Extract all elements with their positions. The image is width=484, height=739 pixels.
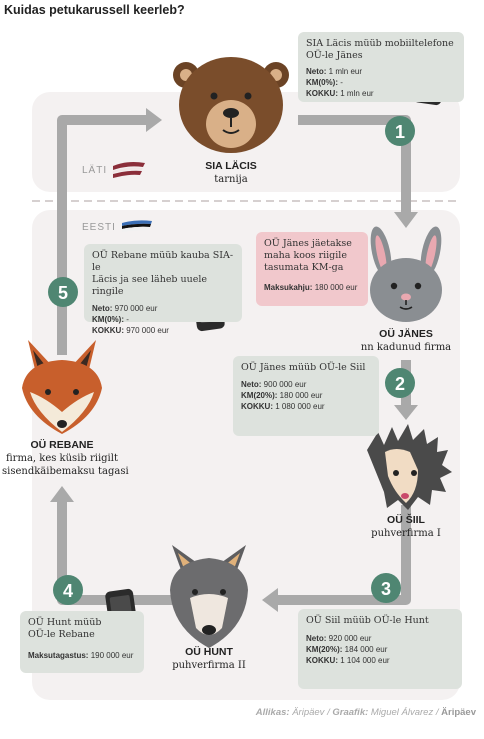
infographic: Kuidas petukarussell keerleb? 1 2 3 4 5 … <box>0 0 484 739</box>
step-4-head-2: OÜ-le Rebane <box>28 629 95 640</box>
node-ou-rebane: OÜ REBANE firma, kes küsib riigilt sisen… <box>2 439 129 478</box>
credits: Allikas: Äripäev / Graafik: Miguel Álvar… <box>255 707 476 718</box>
step-1-box: SIA Läcis müüb mobiiltelefone OÜ-le Jäne… <box>298 32 464 102</box>
node-name: SIA LÄCIS <box>205 160 257 172</box>
node-ou-hunt: OÜ HUNT puhverfirma II <box>159 646 259 672</box>
step-5-number: 5 <box>58 283 68 303</box>
node-name: OÜ JÄNES <box>379 328 433 340</box>
step-2-number: 2 <box>395 374 405 394</box>
node-role-1: firma, kes küsib riigilt <box>6 453 118 464</box>
step-1-head-2: OÜ-le Jänes <box>306 50 363 61</box>
node-role: nn kadunud firma <box>360 342 452 353</box>
step-1-number: 1 <box>395 122 405 142</box>
node-role: tarnija <box>214 174 248 185</box>
node-ou-janes: OÜ JÄNES nn kadunud firma <box>356 328 456 354</box>
node-name: OÜ REBANE <box>30 439 94 451</box>
step-3-number: 3 <box>381 579 391 599</box>
warning-head-2: maha koos riigile <box>264 250 347 261</box>
step-4-head-1: OÜ Hunt müüb <box>28 617 102 628</box>
node-role: puhverfirma II <box>172 660 246 671</box>
step-2-box: OÜ Jänes müüb OÜ-le Siil Neto: 900 000 e… <box>233 356 379 436</box>
step-1-head-1: SIA Läcis müüb mobiiltelefone <box>306 38 454 49</box>
node-ou-siil: OÜ ŠIIL puhverfirma I <box>356 514 456 540</box>
step-5-head-1: OÜ Rebane müüb kauba SIA-le <box>92 250 234 273</box>
warning-head-3: tasumata KM-ga <box>264 262 344 273</box>
brand-logo: Äripäev <box>441 707 476 718</box>
node-role: puhverfirma I <box>371 528 441 539</box>
node-name: OÜ ŠIIL <box>387 514 425 526</box>
step-4-box: OÜ Hunt müüb OÜ-le Rebane Maksutagastus:… <box>20 611 144 673</box>
node-name: OÜ HUNT <box>185 646 233 658</box>
tax-loss-box: OÜ Jänes jäetakse maha koos riigile tasu… <box>256 232 368 306</box>
step-3-head-1: OÜ Siil müüb OÜ-le Hunt <box>306 615 429 626</box>
step-2-head-1: OÜ Jänes müüb OÜ-le Siil <box>241 362 366 373</box>
warning-head-1: OÜ Jänes jäetakse <box>264 238 352 249</box>
step-5-head-2: Läcis ja see läheb uuele ringile <box>92 274 208 297</box>
latvia-label: LÄTI <box>82 165 108 176</box>
node-role-2: sisendkäibemaksu tagasi <box>2 466 129 477</box>
step-3-box: OÜ Siil müüb OÜ-le Hunt Neto: 920 000 eu… <box>298 609 462 689</box>
node-sia-lacis: SIA LÄCIS tarnija <box>181 160 281 186</box>
estonia-label: EESTI <box>82 222 116 233</box>
step-5-box: OÜ Rebane müüb kauba SIA-le Läcis ja see… <box>84 244 242 335</box>
step-4-number: 4 <box>63 581 73 601</box>
